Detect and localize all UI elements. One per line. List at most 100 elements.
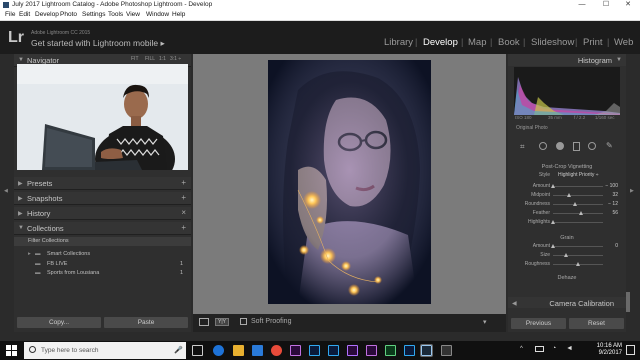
- slider-track[interactable]: [553, 253, 603, 257]
- navigator-preview[interactable]: [17, 64, 188, 170]
- add-preset-icon[interactable]: +: [181, 178, 186, 187]
- slider-knob[interactable]: [573, 202, 577, 206]
- slider-highlights[interactable]: Highlights: [508, 219, 626, 227]
- task-view-icon[interactable]: [192, 345, 203, 356]
- slider-value[interactable]: − 100: [605, 183, 618, 189]
- slider-roughness[interactable]: Roughness: [508, 261, 626, 269]
- notifications-icon[interactable]: [626, 345, 635, 355]
- slider-amount[interactable]: Amount 0: [508, 243, 626, 251]
- module-develop[interactable]: Develop: [423, 37, 458, 48]
- minimize-button[interactable]: —: [571, 0, 593, 10]
- module-library[interactable]: Library: [384, 37, 413, 48]
- menu-help[interactable]: Help: [172, 11, 185, 18]
- menu-view[interactable]: View: [126, 11, 140, 18]
- slider-knob[interactable]: [551, 220, 555, 224]
- collections-header[interactable]: ▼ Collections +: [14, 222, 191, 235]
- menu-settings[interactable]: Settings: [82, 11, 106, 18]
- left-panel-toggle-icon[interactable]: ◀: [4, 188, 8, 194]
- audition-icon[interactable]: [385, 345, 396, 356]
- loupe-view-icon[interactable]: [199, 318, 209, 326]
- camera-calibration-header[interactable]: ◀ Camera Calibration: [508, 297, 626, 308]
- slider-track[interactable]: [553, 202, 603, 206]
- taskbar-clock[interactable]: 10:16 AM 9/2/2017: [588, 343, 622, 357]
- photo-canvas[interactable]: [193, 54, 506, 314]
- premiere-icon[interactable]: [290, 345, 301, 356]
- radial-filter-icon[interactable]: [588, 142, 596, 150]
- slider-knob[interactable]: [551, 244, 555, 248]
- spot-removal-icon[interactable]: [539, 142, 547, 150]
- list-item[interactable]: ▬ FB LIVE 1: [14, 260, 191, 269]
- after-effects-icon[interactable]: [347, 345, 358, 356]
- slider-track[interactable]: [553, 211, 603, 215]
- windows-start-icon[interactable]: [6, 345, 17, 356]
- add-collection-icon[interactable]: +: [181, 223, 186, 232]
- zoom-fit[interactable]: FIT: [131, 56, 139, 62]
- module-slideshow[interactable]: Slideshow: [531, 37, 574, 48]
- slider-knob[interactable]: [563, 253, 568, 257]
- module-print[interactable]: Print: [583, 37, 603, 48]
- scrollbar-thumb[interactable]: [626, 292, 630, 312]
- slider-track[interactable]: [551, 220, 603, 224]
- filter-collections-input[interactable]: Filter Collections: [14, 237, 191, 246]
- menu-tools[interactable]: Tools: [108, 11, 123, 18]
- reset-button[interactable]: Reset: [569, 318, 624, 329]
- slider-track[interactable]: [551, 244, 603, 248]
- maximize-button[interactable]: ☐: [595, 0, 617, 10]
- store-icon[interactable]: [252, 345, 263, 356]
- histogram-header[interactable]: Histogram ▼: [508, 54, 626, 66]
- history-header[interactable]: ▶ History ×: [14, 207, 191, 220]
- menu-file[interactable]: File: [5, 11, 15, 18]
- file-explorer-icon[interactable]: [233, 345, 244, 356]
- clear-history-icon[interactable]: ×: [181, 208, 186, 217]
- zoom-fill[interactable]: FILL: [145, 56, 155, 62]
- lightroom-taskbar-icon[interactable]: [420, 344, 433, 357]
- zoom-3-1[interactable]: 3:1 ÷: [170, 56, 181, 62]
- tray-chevron-icon[interactable]: ^: [520, 346, 523, 352]
- list-item[interactable]: ▸ ▬ Smart Collections: [14, 250, 191, 259]
- slider-feather[interactable]: Feather 56: [508, 210, 626, 218]
- media-encoder-icon[interactable]: [441, 345, 452, 356]
- menu-photo[interactable]: Photo: [60, 11, 77, 18]
- slider-amount[interactable]: Amount − 100: [508, 183, 626, 191]
- chrome-icon[interactable]: [271, 345, 282, 356]
- vignette-style-select[interactable]: Style Highlight Priority ÷: [508, 172, 626, 180]
- slider-size[interactable]: Size: [508, 252, 626, 260]
- close-button[interactable]: ✕: [617, 0, 639, 10]
- microphone-icon[interactable]: 🎤: [174, 346, 183, 354]
- soft-proof-checkbox[interactable]: [240, 318, 247, 325]
- slider-midpoint[interactable]: Midpoint 32: [508, 192, 626, 200]
- slider-track[interactable]: [553, 193, 603, 197]
- slider-value[interactable]: 32: [612, 192, 618, 198]
- slider-track[interactable]: [553, 262, 603, 266]
- mobile-promo-link[interactable]: Get started with Lightroom mobile ▸: [31, 38, 165, 49]
- right-panel-scrollbar[interactable]: [626, 54, 630, 332]
- toolbar-options-icon[interactable]: ▾: [483, 318, 487, 326]
- menu-edit[interactable]: Edit: [19, 11, 30, 18]
- red-eye-icon[interactable]: [556, 142, 564, 150]
- network-icon[interactable]: ◔: [552, 345, 556, 352]
- menu-window[interactable]: Window: [146, 11, 169, 18]
- crop-tool-icon[interactable]: ⌗: [520, 142, 525, 152]
- photoshop-icon[interactable]: [328, 345, 339, 356]
- list-item[interactable]: ▬ Sports from Lousiana 1: [14, 269, 191, 278]
- slider-knob[interactable]: [576, 262, 580, 266]
- edge-icon[interactable]: [213, 345, 224, 356]
- snapshots-header[interactable]: ▶ Snapshots +: [14, 192, 191, 205]
- slider-value[interactable]: 56: [612, 210, 618, 216]
- adjustment-brush-icon[interactable]: ✎: [606, 141, 613, 150]
- module-web[interactable]: Web: [614, 37, 633, 48]
- photo-preview[interactable]: [268, 60, 431, 304]
- graduated-filter-icon[interactable]: [573, 142, 580, 151]
- taskbar-search-input[interactable]: Type here to search 🎤: [24, 342, 186, 359]
- slider-track[interactable]: [551, 184, 603, 188]
- battery-icon[interactable]: [535, 346, 544, 352]
- photoshop-icon[interactable]: [404, 345, 415, 356]
- presets-header[interactable]: ▶ Presets +: [14, 177, 191, 190]
- before-after-icon[interactable]: Y|Y: [215, 318, 229, 326]
- slider-roundness[interactable]: Roundness − 12: [508, 201, 626, 209]
- slider-knob[interactable]: [551, 184, 555, 188]
- zoom-1-1[interactable]: 1:1: [159, 56, 166, 62]
- photoshop-icon[interactable]: [309, 345, 320, 356]
- copy-button[interactable]: Copy...: [17, 317, 101, 328]
- slider-value[interactable]: 0: [615, 243, 618, 249]
